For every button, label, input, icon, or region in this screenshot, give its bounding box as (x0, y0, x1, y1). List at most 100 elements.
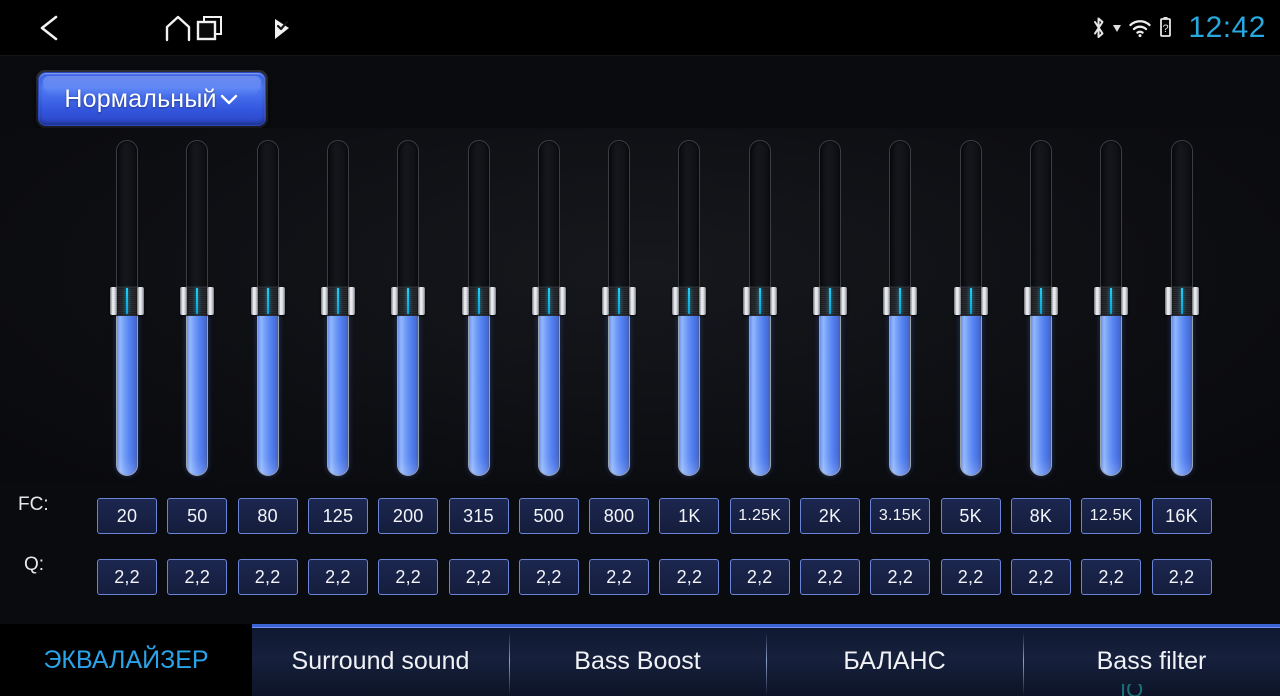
q-value-cell[interactable]: 2,2 (167, 559, 228, 595)
q-value-cell[interactable]: 2,2 (237, 559, 298, 595)
tab-item-3[interactable]: БАЛАНС (766, 624, 1023, 696)
eq-slider-thumb[interactable] (1023, 286, 1058, 316)
fc-value-cell[interactable]: 1K (659, 498, 720, 534)
eq-slider-fill (186, 300, 209, 476)
eq-band-slider[interactable] (110, 140, 144, 480)
q-value-cell[interactable]: 2,2 (518, 559, 579, 595)
q-value-cell[interactable]: 2,2 (1151, 559, 1212, 595)
tab-item-2[interactable]: Bass Boost (509, 624, 766, 696)
eq-slider-thumb[interactable] (180, 286, 215, 316)
bluetooth-icon (1094, 17, 1104, 38)
eq-slider-thumb-cap-right (840, 287, 847, 315)
eq-band-slider[interactable] (320, 140, 355, 480)
eq-slider-thumb[interactable] (320, 286, 355, 316)
eq-slider-thumb-core (256, 286, 279, 316)
eq-slider-thumb[interactable] (953, 286, 988, 316)
q-value-cell[interactable]: 2,2 (800, 559, 860, 595)
eq-slider-thumb[interactable] (531, 286, 566, 316)
tab-item-1[interactable]: Surround sound (252, 624, 509, 696)
eq-band-slider[interactable] (531, 140, 566, 480)
fc-value-cell[interactable]: 500 (518, 498, 579, 534)
eq-band-slider[interactable] (1023, 140, 1058, 480)
eq-slider-thumb[interactable] (813, 286, 847, 316)
back-button[interactable] (18, 0, 82, 56)
eq-band-slider[interactable] (813, 140, 847, 480)
fc-value-cell[interactable]: 1.25K (729, 498, 790, 534)
tab-artifact: IO (1120, 684, 1154, 696)
fc-value-cell[interactable]: 125 (307, 498, 368, 534)
eq-slider-thumb[interactable] (672, 286, 707, 316)
fc-value-cell[interactable]: 80 (237, 498, 298, 534)
eq-slider-fill (397, 300, 420, 476)
fc-value-cell[interactable]: 200 (378, 498, 439, 534)
eq-band-slider[interactable] (742, 140, 777, 480)
eq-slider-fill (537, 300, 560, 476)
q-value-cell[interactable]: 2,2 (448, 559, 509, 595)
q-row-label: Q: (24, 554, 45, 575)
eq-slider-thumb-cap-right (1191, 287, 1199, 315)
eq-slider-thumb-cap-right (980, 287, 988, 315)
eq-slider-fill (116, 300, 138, 476)
eq-band-slider[interactable] (953, 140, 988, 480)
eq-slider-thumb-core (1170, 286, 1193, 316)
eq-band-slider[interactable] (250, 140, 285, 480)
eq-slider-thumb[interactable] (1094, 286, 1129, 316)
eq-slider-fill (1100, 300, 1123, 476)
q-value-cell[interactable]: 2,2 (870, 559, 931, 595)
eq-slider-thumb[interactable] (602, 286, 637, 316)
fc-value-cell[interactable]: 800 (589, 498, 650, 534)
q-value-cell[interactable]: 2,2 (1081, 559, 1142, 595)
eq-slider-fill (889, 300, 912, 476)
fc-value-cell[interactable]: 315 (448, 498, 509, 534)
eq-slider-thumb[interactable] (250, 286, 285, 316)
eq-slider-thumb-cap-right (347, 287, 355, 315)
eq-slider-thumb[interactable] (110, 286, 144, 316)
preset-dropdown[interactable]: Нормальный (36, 70, 268, 128)
flag-check-button[interactable] (250, 0, 314, 56)
eq-band-slider[interactable] (391, 140, 426, 480)
fc-value-cell[interactable]: 20 (97, 498, 157, 534)
fc-value-cell[interactable]: 50 (167, 498, 228, 534)
eq-slider-fill (467, 300, 490, 476)
eq-band-slider[interactable] (883, 140, 918, 480)
eq-slider-thumb-cap-right (910, 287, 918, 315)
tab-equalizer[interactable]: ЭКВАЛАЙЗЕР (0, 624, 252, 696)
eq-slider-thumb-cap-left (180, 287, 188, 315)
eq-band-slider[interactable] (461, 140, 496, 480)
eq-band-slider[interactable] (180, 140, 215, 480)
eq-slider-thumb[interactable] (461, 286, 496, 316)
fc-value-cell[interactable]: 3.15K (870, 498, 931, 534)
eq-slider-thumb[interactable] (742, 286, 777, 316)
eq-slider-fill (1170, 300, 1193, 476)
eq-slider-thumb-cap-left (602, 287, 610, 315)
eq-band-slider[interactable] (602, 140, 637, 480)
fc-value-cell[interactable]: 2K (800, 498, 860, 534)
eq-band-slider[interactable] (1094, 140, 1129, 480)
preset-dropdown-button[interactable]: Нормальный (38, 72, 266, 126)
fc-value-cell[interactable]: 8K (1010, 498, 1071, 534)
q-value-cell[interactable]: 2,2 (940, 559, 1001, 595)
eq-slider-thumb-cap-right (488, 287, 496, 315)
q-value-cell[interactable]: 2,2 (97, 559, 157, 595)
eq-band-slider[interactable] (1164, 140, 1199, 480)
eq-slider-thumb[interactable] (883, 286, 918, 316)
eq-slider-thumb-cap-right (1121, 287, 1129, 315)
eq-slider-thumb[interactable] (391, 286, 426, 316)
q-value-cell[interactable]: 2,2 (378, 559, 439, 595)
eq-slider-thumb[interactable] (1164, 286, 1199, 316)
q-value-cell[interactable]: 2,2 (729, 559, 790, 595)
fc-value-cell[interactable]: 5K (940, 498, 1001, 534)
fc-value-cell[interactable]: 16K (1151, 498, 1212, 534)
q-value-cell[interactable]: 2,2 (307, 559, 368, 595)
svg-text:?: ? (1163, 23, 1169, 35)
eq-slider-thumb-core (819, 286, 841, 316)
eq-slider-thumb-cap-right (277, 287, 285, 315)
recent-apps-button[interactable] (178, 0, 242, 56)
fc-value-cell[interactable]: 12.5K (1081, 498, 1142, 534)
eq-slider-fill (819, 300, 841, 476)
q-value-cell[interactable]: 2,2 (589, 559, 650, 595)
wifi-icon (1129, 20, 1152, 38)
q-value-cell[interactable]: 2,2 (1010, 559, 1071, 595)
eq-band-slider[interactable] (672, 140, 707, 480)
q-value-cell[interactable]: 2,2 (659, 559, 720, 595)
